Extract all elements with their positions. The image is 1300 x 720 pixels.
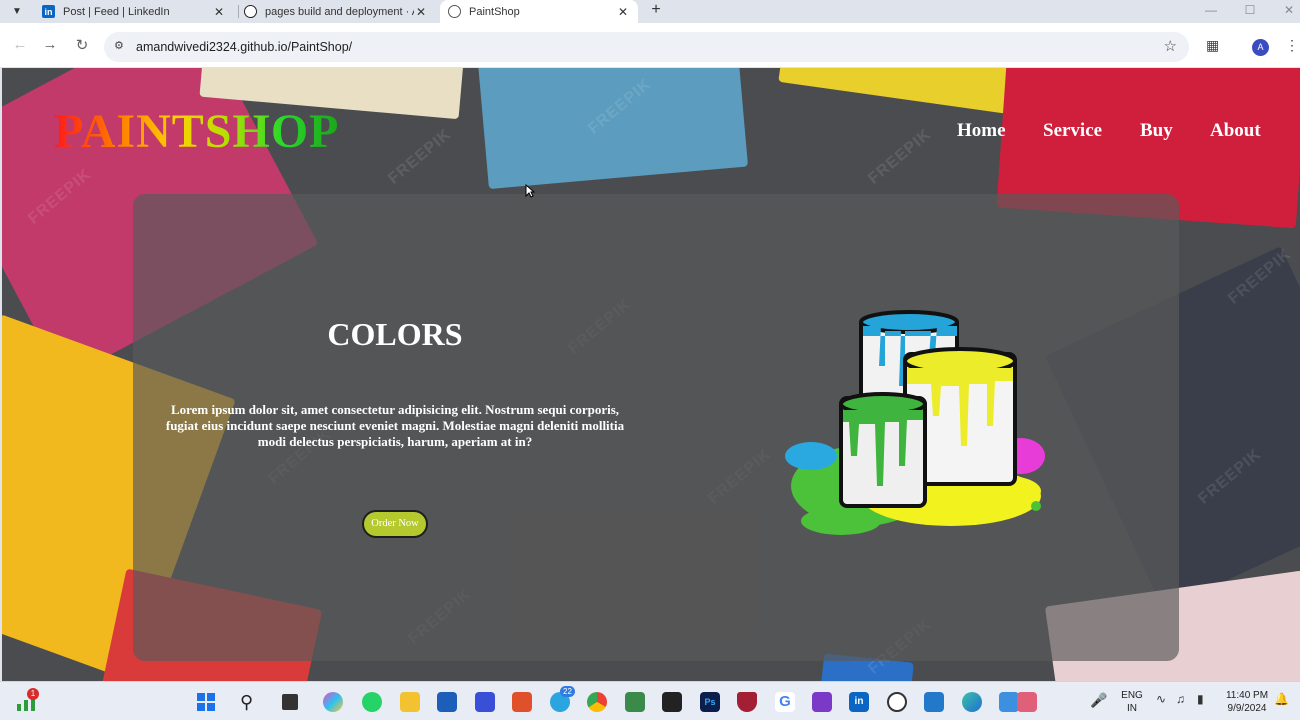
bookmark-star-icon[interactable]: ☆ <box>1164 37 1177 55</box>
app-icon[interactable] <box>812 692 832 712</box>
menu-icon[interactable]: ⋮ <box>1285 37 1299 54</box>
url-text[interactable]: amandwivedi2324.github.io/PaintShop/ <box>136 40 352 54</box>
tab-github[interactable]: pages build and deployment · A ✕ <box>236 0 436 23</box>
linkedin-icon[interactable]: in <box>849 692 869 712</box>
file-explorer-icon[interactable] <box>400 692 420 712</box>
nav-about[interactable]: About <box>1210 120 1261 142</box>
copilot-icon[interactable] <box>323 692 343 712</box>
hero-title: COLORS <box>327 316 463 352</box>
battery-icon[interactable]: ▮ <box>1197 692 1217 712</box>
close-icon[interactable]: ✕ <box>414 5 428 19</box>
web-page: FREEPIK FREEPIK FREEPIK FREEPIK FREEPIK … <box>2 68 1300 681</box>
edge-icon[interactable] <box>962 692 982 712</box>
language-indicator[interactable]: ENG IN <box>1120 689 1144 715</box>
hero-panel: COLORS Lorem ipsum dolor sit, amet conse… <box>133 194 1179 661</box>
wifi-icon[interactable]: ∿ <box>1156 692 1176 712</box>
volume-icon[interactable]: ♫ <box>1176 692 1196 712</box>
paint-cans-illustration <box>785 310 1045 535</box>
hero-description: Lorem ipsum dolor sit, amet consectetur … <box>165 402 625 449</box>
telegram-badge: 22 <box>560 686 575 697</box>
minimize-icon[interactable]: — <box>1201 3 1221 17</box>
search-icon[interactable]: ⚲ <box>240 692 260 712</box>
notification-bell-icon[interactable]: 🔔 <box>1274 692 1294 712</box>
notepad-icon[interactable] <box>999 692 1019 712</box>
watermark: FREEPIK <box>385 125 455 188</box>
tab-linkedin[interactable]: in Post | Feed | LinkedIn ✕ <box>34 0 234 23</box>
clock[interactable]: 11:40 PM 9/9/2024 <box>1222 689 1272 715</box>
reload-icon[interactable]: ↻ <box>72 36 92 54</box>
windows-start-icon[interactable] <box>196 692 216 712</box>
linkedin-icon: in <box>42 5 55 18</box>
close-icon[interactable]: ✕ <box>212 5 226 19</box>
microphone-icon[interactable]: 🎤 <box>1090 692 1110 712</box>
store-icon[interactable] <box>437 692 457 712</box>
tab-search-icon[interactable]: ▼ <box>6 2 28 21</box>
chrome-icon[interactable] <box>587 692 607 712</box>
tab-strip: ▼ in Post | Feed | LinkedIn ✕ pages buil… <box>0 0 1300 23</box>
back-icon[interactable]: ← <box>10 36 30 53</box>
extensions-icon[interactable]: ▦ <box>1206 37 1219 54</box>
nav-service[interactable]: Service <box>1043 120 1102 142</box>
github-icon <box>244 5 257 18</box>
globe-icon <box>448 5 461 18</box>
vscode-icon[interactable] <box>924 692 944 712</box>
background-book <box>778 68 1016 114</box>
google-icon[interactable]: G <box>775 692 795 712</box>
close-window-icon[interactable]: ✕ <box>1279 3 1299 17</box>
toolbar: ← → ↻ ⚙ amandwivedi2324.github.io/PaintS… <box>0 23 1300 68</box>
site-info-icon[interactable]: ⚙ <box>114 39 124 52</box>
tab-paintshop[interactable]: PaintShop ✕ <box>440 0 638 23</box>
nav-buy[interactable]: Buy <box>1140 120 1173 142</box>
app-icon[interactable] <box>737 692 757 712</box>
app-icon[interactable] <box>512 692 532 712</box>
avatar[interactable]: A <box>1252 39 1269 56</box>
notification-badge: 1 <box>27 688 39 700</box>
close-icon[interactable]: ✕ <box>616 5 630 19</box>
watermark: FREEPIK <box>865 125 935 188</box>
forward-icon[interactable]: → <box>40 36 60 53</box>
taskbar: 1 ⚲ 22 Ps G in 🎤 ENG IN ∿ ♫ ▮ 11:40 PM 9… <box>0 681 1300 720</box>
address-bar[interactable]: ⚙ amandwivedi2324.github.io/PaintShop/ ☆ <box>104 32 1189 62</box>
snipping-tool-icon[interactable] <box>1017 692 1037 712</box>
app-icon[interactable] <box>662 692 682 712</box>
nav-home[interactable]: Home <box>957 120 1006 142</box>
new-tab-button[interactable]: + <box>647 1 665 19</box>
maximize-icon[interactable]: ☐ <box>1240 3 1260 17</box>
clock-icon[interactable] <box>887 692 907 712</box>
whatsapp-icon[interactable] <box>362 692 382 712</box>
photoshop-icon[interactable]: Ps <box>700 692 720 712</box>
site-logo[interactable]: PAINTSHOP <box>54 104 339 159</box>
background-book <box>475 68 749 190</box>
mouse-cursor-icon <box>525 184 535 198</box>
app-icon[interactable] <box>475 692 495 712</box>
app-icon[interactable] <box>625 692 645 712</box>
order-now-button[interactable]: Order Now <box>362 510 428 538</box>
task-view-icon[interactable] <box>282 694 298 710</box>
